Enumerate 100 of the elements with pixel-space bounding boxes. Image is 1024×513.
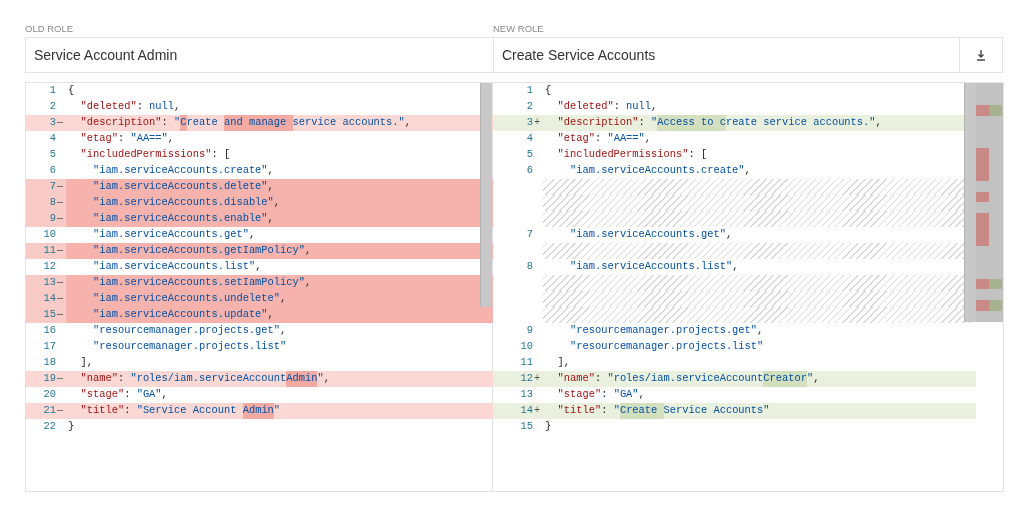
json-punctuation: {	[545, 83, 552, 99]
line-number: 15	[42, 307, 56, 323]
line-number: 3	[48, 115, 56, 131]
json-punctuation: :	[613, 99, 621, 115]
json-key: "name"	[80, 371, 118, 387]
json-string: "iam.serviceAccounts.update"	[93, 307, 268, 323]
changed-text: Creator	[763, 371, 807, 387]
json-string: "GA"	[136, 387, 162, 403]
json-key: "title"	[80, 403, 125, 419]
ruler-mark	[976, 300, 989, 312]
line-number: 21	[42, 403, 56, 419]
scrollbar-thumb[interactable]	[480, 83, 492, 307]
json-string: "	[763, 403, 770, 419]
removed-marker: —	[57, 308, 64, 321]
ruler-mark	[976, 148, 989, 160]
json-punctuation: ],	[80, 355, 93, 371]
line-number: 7	[48, 179, 56, 195]
json-key: "etag"	[80, 131, 118, 147]
json-string: "roles/iam.serviceAccount	[130, 371, 287, 387]
json-string: "resourcemanager.projects.list"	[93, 339, 287, 355]
json-null: null	[149, 99, 175, 115]
json-punctuation: ],	[557, 355, 570, 371]
line-number: 2	[525, 99, 533, 115]
json-punctuation: :	[124, 387, 132, 403]
json-punctuation: : [	[211, 147, 231, 163]
role-title: Service Account Admin	[34, 45, 178, 65]
changed-text: Access to c	[657, 115, 726, 131]
json-punctuation: :	[117, 131, 126, 147]
removed-marker: —	[57, 180, 64, 193]
json-punctuation: :	[601, 387, 609, 403]
json-punctuation: ,	[248, 227, 256, 243]
line-number: 14	[42, 291, 56, 307]
line-number: 8	[525, 259, 533, 275]
line-number: 1	[48, 83, 56, 99]
json-punctuation: ,	[638, 387, 645, 403]
line-number: 19	[42, 371, 56, 387]
json-string: "resourcemanager.projects.list"	[570, 339, 764, 355]
json-punctuation: :	[117, 371, 126, 387]
line-number: 17	[42, 339, 56, 355]
json-punctuation: :	[594, 131, 603, 147]
json-punctuation: ,	[813, 371, 820, 387]
removed-marker: —	[57, 404, 64, 417]
ruler-mark	[976, 191, 989, 203]
line-number: 1	[525, 83, 533, 99]
json-punctuation: ,	[255, 259, 262, 275]
line-number: 14	[519, 403, 533, 419]
json-key: "stage"	[80, 387, 125, 403]
pane-label: NEW ROLE	[493, 22, 545, 36]
json-key: "title"	[557, 403, 602, 419]
json-string: "iam.serviceAccounts.list"	[93, 259, 256, 275]
json-string: "iam.serviceAccounts.get"	[570, 227, 726, 243]
json-string: "iam.serviceAccounts.getIamPolicy"	[93, 243, 305, 259]
json-punctuation: ,	[875, 115, 882, 131]
changed-text: C	[180, 115, 187, 131]
json-string: reate service accounts."	[725, 115, 876, 131]
removed-marker: —	[57, 244, 64, 257]
json-punctuation: ,	[280, 291, 287, 307]
role-title: Create Service Accounts	[502, 45, 656, 65]
line-number: 22	[42, 419, 56, 435]
json-punctuation: :	[161, 115, 169, 131]
line-number: 16	[42, 323, 56, 339]
download-icon	[976, 49, 986, 61]
line-number: 7	[525, 227, 533, 243]
json-punctuation: ,	[644, 131, 652, 147]
json-string: "resourcemanager.projects.get"	[570, 323, 758, 339]
line-number: 4	[525, 131, 533, 147]
changed-text: and manage	[223, 115, 293, 131]
json-punctuation: ,	[305, 275, 312, 291]
json-punctuation: ,	[273, 195, 281, 211]
pane-label: OLD ROLE	[25, 22, 75, 36]
ruler-mark	[989, 278, 1002, 290]
json-punctuation: }	[68, 419, 75, 435]
changed-text: Create	[619, 403, 664, 419]
json-key: "stage"	[557, 387, 602, 403]
json-string: "	[651, 115, 658, 131]
json-key: "deleted"	[557, 99, 614, 115]
json-string: Service Accounts	[663, 403, 764, 419]
json-string: "iam.serviceAccounts.create"	[570, 163, 745, 179]
changed-text: Admin	[286, 371, 318, 387]
line-number: 11	[519, 355, 533, 371]
json-punctuation: ,	[161, 387, 168, 403]
line-number: 15	[519, 419, 533, 435]
ruler-mark	[989, 300, 1002, 312]
line-number: 13	[519, 387, 533, 403]
json-string: "iam.serviceAccounts.get"	[93, 227, 249, 243]
line-number: 12	[42, 259, 56, 275]
line-number: 11	[42, 243, 56, 259]
scrollbar-thumb[interactable]	[964, 83, 976, 322]
json-punctuation: ,	[167, 131, 175, 147]
json-punctuation: ,	[267, 179, 274, 195]
line-number: 9	[525, 323, 533, 339]
changed-text: Admin	[242, 403, 274, 419]
removed-marker: —	[57, 372, 64, 385]
json-key: "includedPermissions"	[557, 147, 689, 163]
line-number: 5	[48, 147, 56, 163]
line-number: 6	[48, 163, 56, 179]
json-string: "AA=="	[130, 131, 168, 147]
json-punctuation: {	[68, 83, 75, 99]
json-string: "resourcemanager.projects.get"	[93, 323, 281, 339]
added-marker: +	[534, 404, 541, 417]
